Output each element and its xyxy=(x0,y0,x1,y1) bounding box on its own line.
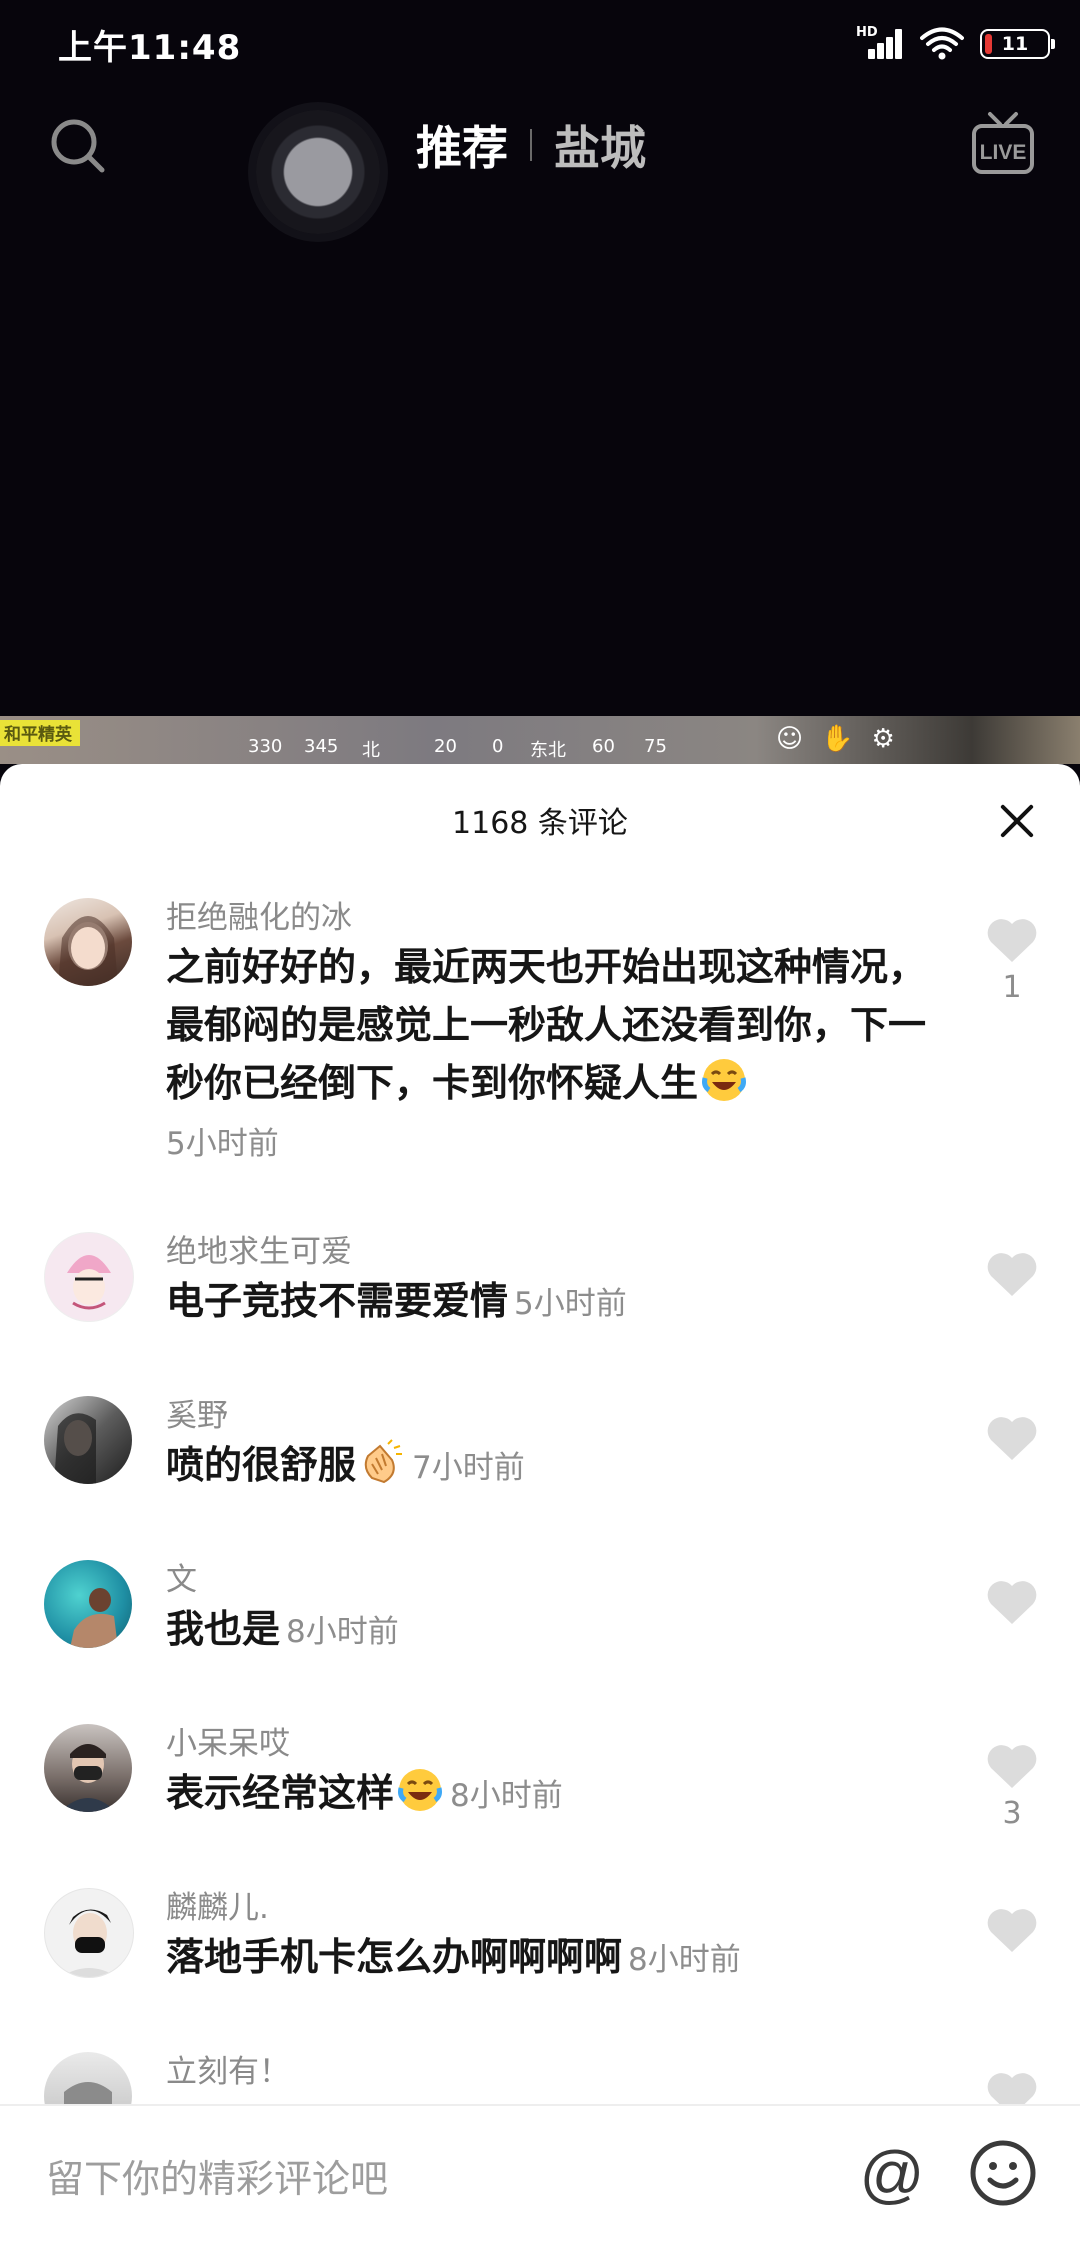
comment-username[interactable]: 小呆呆哎 xyxy=(166,1724,946,1764)
heart-icon xyxy=(987,1417,1037,1460)
heart-icon xyxy=(987,1745,1037,1788)
comment-count: 1168 条评论 xyxy=(452,806,628,841)
comment-time: 5小时前 xyxy=(514,1286,627,1322)
avatar[interactable] xyxy=(44,1232,134,1322)
game-badge: 和平精英 xyxy=(0,720,80,746)
heart-icon xyxy=(987,1581,1037,1624)
live-tv-icon[interactable]: LIVE xyxy=(970,110,1036,180)
comment-time: 8小时前 xyxy=(450,1778,563,1814)
comments-sheet: 1168 条评论 拒绝融化的冰 之前好好的，最近两天也开始出现这种情况，最郁闷的… xyxy=(0,764,1080,2244)
video-frame-strip: 和平精英 330 345 北 20 0 东北 60 75 ☺ ✋ ⚙ xyxy=(0,716,1080,764)
run-icon: ✋ xyxy=(821,724,854,754)
comment-username[interactable]: 拒绝融化的冰 xyxy=(166,898,946,938)
search-icon[interactable] xyxy=(46,114,110,178)
comment-input[interactable]: 留下你的精彩评论吧 xyxy=(46,2148,388,2203)
tab-local-city[interactable]: 盐城 xyxy=(554,112,646,178)
status-bar: 上午11:48 HD 11 xyxy=(0,0,1080,86)
hd-label: HD xyxy=(856,25,878,40)
like-button[interactable] xyxy=(982,1906,1042,1960)
video-top-nav: 推荐 盐城 LIVE xyxy=(0,96,1080,234)
comment-text: 之前好好的，最近两天也开始出现这种情况，最郁闷的是感觉上一秒敌人还没看到你，下一… xyxy=(166,945,927,1105)
laugh-cry-emoji-icon xyxy=(396,1766,444,1814)
comment-input-bar: 留下你的精彩评论吧 @ xyxy=(0,2104,1080,2246)
comment-time: 5小时前 xyxy=(166,1126,279,1162)
comment-text: 表示经常这样 8小时前 xyxy=(166,1764,946,1825)
emoji-smile-icon[interactable] xyxy=(966,2136,1040,2210)
svg-text:LIVE: LIVE xyxy=(980,141,1027,164)
comment-time: 7小时前 xyxy=(412,1450,525,1486)
like-button[interactable] xyxy=(982,1250,1042,1304)
like-button[interactable] xyxy=(982,1578,1042,1632)
comment-username[interactable]: 立刻有！ xyxy=(166,2052,946,2092)
record-disc-icon[interactable] xyxy=(256,110,380,234)
comments-header: 1168 条评论 xyxy=(0,764,1080,874)
like-count: 3 xyxy=(1002,1796,1022,1831)
tab-divider xyxy=(530,129,532,161)
status-time: 上午11:48 xyxy=(58,28,242,68)
like-button[interactable]: 3 xyxy=(982,1742,1042,1831)
heart-icon xyxy=(987,919,1037,962)
comment-username[interactable]: 奚野 xyxy=(166,1396,946,1436)
comment-username[interactable]: 文 xyxy=(166,1560,946,1600)
comment-text: 落地手机卡怎么办啊啊啊啊 8小时前 xyxy=(166,1935,741,1979)
avatar[interactable] xyxy=(44,1560,132,1648)
settings-gear-icon: ⚙ xyxy=(871,724,895,754)
game-hud-icons: ☺ ✋ ⚙ xyxy=(776,724,895,754)
game-compass: 330 345 北 20 0 东北 60 75 xyxy=(248,736,667,761)
like-button[interactable] xyxy=(982,1414,1042,1468)
like-button[interactable]: 1 xyxy=(982,916,1042,1005)
heart-icon xyxy=(987,1909,1037,1952)
comment-text: 我也是 8小时前 xyxy=(166,1607,399,1651)
voice-icon: ☺ xyxy=(776,724,804,754)
clapping-hands-emoji-icon xyxy=(358,1438,406,1486)
avatar[interactable] xyxy=(44,1888,134,1978)
comment-username[interactable]: 麟麟儿. xyxy=(166,1888,946,1928)
comment-text: 电子竞技不需要爱情 5小时前 xyxy=(166,1279,627,1323)
comment-username[interactable]: 绝地求生可爱 xyxy=(166,1232,946,1272)
avatar[interactable] xyxy=(44,1396,132,1484)
comment-time: 8小时前 xyxy=(286,1614,399,1650)
like-count: 1 xyxy=(1002,970,1022,1005)
comment-text: 喷的很舒服 7小时前 xyxy=(166,1436,946,1497)
svg-text:@: @ xyxy=(860,2138,925,2210)
battery-icon: 11 xyxy=(980,29,1055,59)
close-icon[interactable] xyxy=(998,802,1036,840)
system-icons: HD 11 xyxy=(856,24,1055,64)
feed-tabs: 推荐 盐城 xyxy=(416,112,646,178)
avatar[interactable] xyxy=(44,898,132,986)
laugh-cry-emoji-icon xyxy=(700,1056,748,1104)
heart-icon xyxy=(987,1253,1037,1296)
avatar[interactable] xyxy=(44,1724,132,1812)
comment-time: 8小时前 xyxy=(628,1942,741,1978)
cellular-signal-icon: HD xyxy=(856,25,904,63)
mention-at-icon[interactable]: @ xyxy=(856,2138,928,2210)
wifi-icon xyxy=(920,27,964,61)
battery-level: 11 xyxy=(1001,33,1029,55)
tab-recommend[interactable]: 推荐 xyxy=(416,112,508,178)
